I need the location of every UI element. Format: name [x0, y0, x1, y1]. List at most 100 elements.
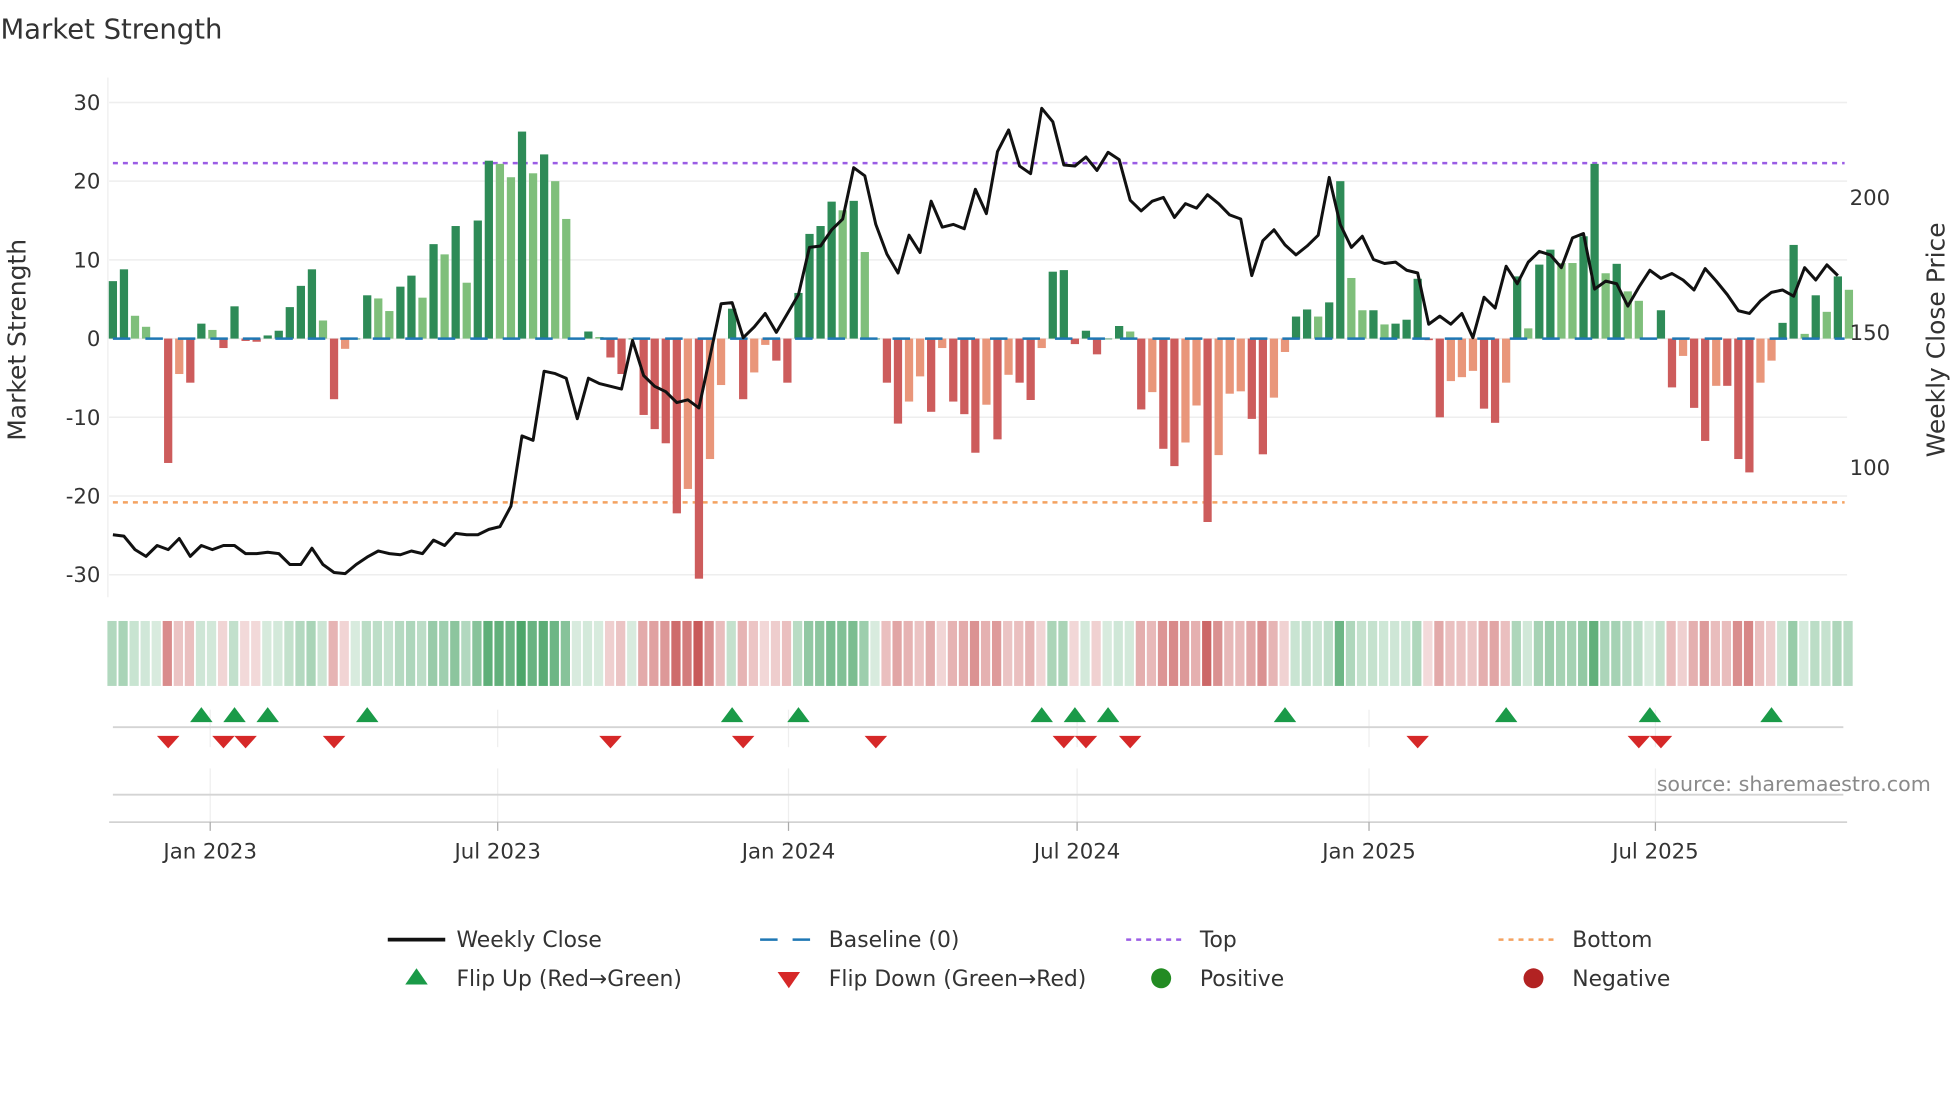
strength-bar	[739, 338, 748, 400]
strip-cell	[273, 620, 283, 686]
strip-cell	[1699, 620, 1709, 686]
strength-bar	[672, 338, 681, 514]
strip-cell	[405, 620, 416, 686]
strip-cell	[1102, 620, 1112, 686]
strip-cell	[372, 620, 383, 686]
y-tick-label: 0	[87, 327, 101, 352]
strength-bar	[772, 338, 781, 361]
strip-cell	[417, 620, 427, 686]
strip-cell	[107, 620, 117, 686]
legend-dot-icon	[1523, 968, 1544, 989]
strip-cell	[1379, 620, 1389, 686]
strength-bar	[1015, 338, 1024, 383]
strip-cell	[1168, 620, 1179, 686]
strip-cell	[980, 620, 991, 686]
strength-bar	[418, 297, 427, 339]
y-tick-label: -30	[66, 563, 101, 588]
flip-up-marker	[1760, 707, 1783, 723]
strip-cell	[848, 620, 858, 686]
strength-bar	[1314, 316, 1323, 339]
strength-bar	[1535, 264, 1544, 339]
strength-bar	[1247, 338, 1256, 419]
strip-cell	[1589, 620, 1599, 686]
strip-cell	[726, 620, 736, 686]
strip-cell	[582, 620, 593, 686]
strength-bar	[1236, 338, 1245, 392]
strip-cell	[1434, 620, 1444, 686]
flip-down-marker	[1406, 735, 1429, 749]
strength-bar	[1170, 338, 1179, 467]
flip-up-marker	[256, 707, 279, 723]
strip-cell	[1091, 620, 1101, 686]
strength-bar	[949, 338, 958, 402]
strength-bar	[1092, 338, 1102, 355]
strength-bar	[396, 286, 405, 339]
strength-bar	[175, 338, 184, 375]
strength-bar	[1568, 263, 1577, 339]
strength-bar	[938, 338, 947, 349]
y2-tick-label: 100	[1850, 456, 1891, 481]
strip-cell	[1268, 620, 1278, 686]
strip-cell	[693, 620, 703, 686]
strength-bar	[1192, 338, 1201, 406]
strength-bar	[1446, 338, 1455, 382]
strength-bar	[1634, 300, 1643, 339]
strength-bar	[285, 307, 294, 339]
strip-cell	[958, 620, 969, 686]
strip-cell	[660, 620, 670, 686]
x-tick-label: Jan 2023	[161, 839, 257, 864]
strength-bar	[1269, 338, 1279, 398]
legend-label: Negative	[1572, 967, 1670, 992]
strip-cell	[1666, 620, 1676, 686]
strength-bar	[1678, 338, 1688, 356]
legend-label: Flip Down (Green→Red)	[829, 967, 1087, 992]
strength-bar	[750, 338, 759, 373]
x-tick-label: Jul 2025	[1610, 839, 1698, 864]
strength-bar	[1037, 338, 1046, 349]
flip-down-marker	[234, 735, 257, 749]
strip-cell	[240, 620, 250, 686]
strength-bar	[1258, 338, 1267, 455]
strength-bar	[1734, 338, 1743, 460]
strength-bar	[1369, 310, 1378, 339]
strip-cell	[1566, 620, 1577, 686]
strength-bar	[540, 154, 549, 339]
strip-cell	[151, 620, 161, 686]
strength-bar	[1712, 338, 1721, 386]
strength-bar	[1159, 338, 1168, 449]
y-axis-left: 30 20 10 0 -10 -20 -30	[66, 91, 101, 588]
strength-bar	[1435, 338, 1444, 418]
strip-cell	[1799, 620, 1809, 686]
strip-cell	[262, 620, 272, 686]
strip-cell	[162, 620, 172, 686]
strength-bar	[329, 338, 339, 400]
strip-cell	[295, 620, 305, 686]
strength-bar	[407, 275, 416, 339]
strength-bar	[1103, 338, 1113, 340]
strip-cell	[1655, 620, 1665, 686]
strength-bar	[1612, 263, 1621, 339]
flip-down-marker	[212, 735, 235, 749]
strip-cell	[549, 620, 559, 686]
y-tick-label: 10	[73, 248, 100, 273]
flip-up-marker	[1273, 707, 1297, 723]
strip-cell	[1025, 620, 1035, 686]
strip-cell	[1113, 620, 1123, 686]
strip-cell	[671, 620, 681, 686]
strength-bar	[495, 163, 505, 339]
strip-cell	[527, 620, 537, 686]
strength-bar	[1778, 322, 1787, 339]
strip-cell	[1047, 620, 1057, 686]
strength-bar	[893, 338, 903, 424]
strength-bar	[186, 338, 195, 383]
strip-cell	[1544, 620, 1555, 686]
strip-cell	[1246, 620, 1256, 686]
y2-tick-label: 200	[1850, 186, 1891, 211]
strength-bar	[1137, 338, 1146, 410]
strength-heat-strip	[107, 620, 1853, 686]
strength-bar	[1391, 323, 1400, 339]
strip-cell	[184, 620, 195, 686]
flip-down-marker	[1627, 735, 1651, 749]
strip-cell	[1578, 620, 1588, 686]
strip-cell	[947, 620, 958, 686]
